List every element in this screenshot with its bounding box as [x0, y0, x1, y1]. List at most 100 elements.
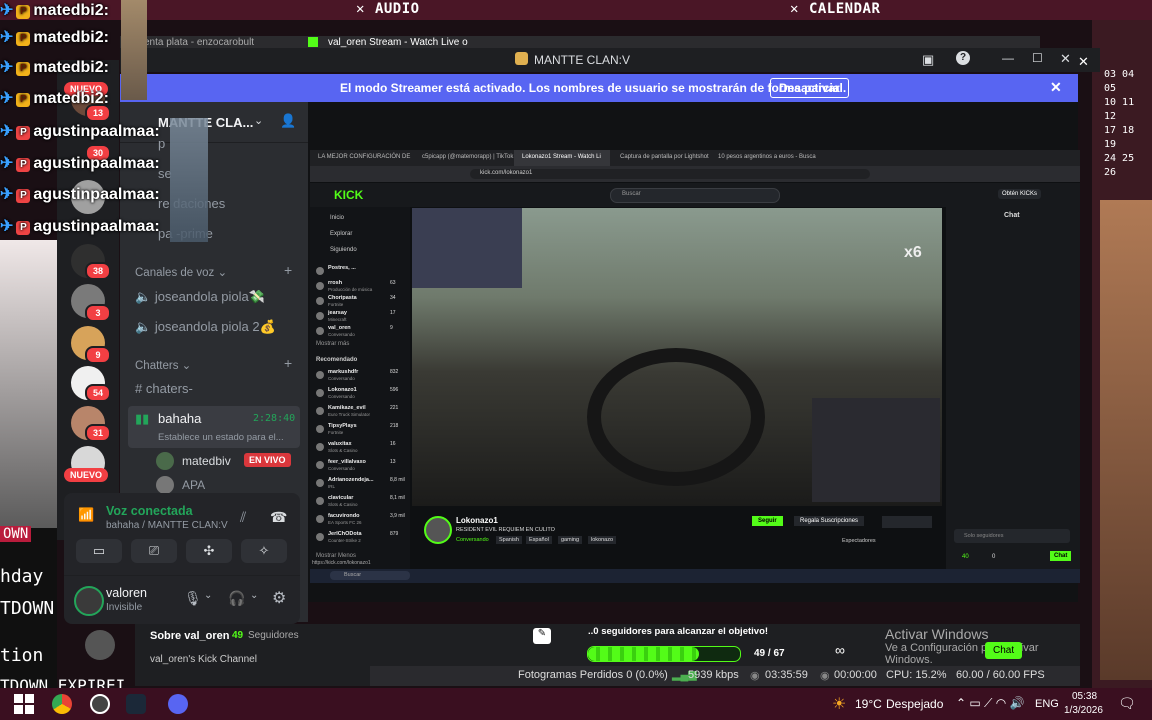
- clock-time[interactable]: 05:38: [1072, 691, 1097, 702]
- stream-tag[interactable]: gaming: [558, 536, 583, 544]
- chat-username: matedbi2:: [33, 59, 109, 76]
- help-icon[interactable]: ?: [956, 51, 970, 65]
- show-more-link[interactable]: Mostrar más: [316, 341, 349, 347]
- kick-channel-row[interactable]: clavicular Slots & Casino 8,1 mil: [314, 495, 406, 511]
- tray-icons[interactable]: ⌃ ▭ ⟋ ◠ 🔊: [956, 696, 1025, 711]
- browser-tab[interactable]: Captura de pantalla por Lightshot: [620, 154, 709, 160]
- notification-icon[interactable]: 🗨: [1118, 695, 1136, 712]
- url-text[interactable]: kick.com/lokonazo1: [480, 170, 532, 176]
- kick-channel-row[interactable]: JerIChODota Counter-Strike 2 879: [314, 531, 406, 547]
- disconnect-icon[interactable]: ☎: [270, 509, 287, 526]
- browser-tab[interactable]: enta plata - enzocarobult: [144, 37, 254, 48]
- chat-button[interactable]: Chat: [985, 642, 1023, 659]
- send-chat-button[interactable]: Chat: [1050, 551, 1072, 561]
- stream-tag[interactable]: Español: [526, 536, 552, 544]
- kick-channel-row[interactable]: val_oren Conversando 9: [314, 325, 406, 341]
- stream-tag[interactable]: lokonazo: [588, 536, 617, 544]
- inbox-icon[interactable]: ▣: [922, 52, 934, 68]
- kick-channel-row[interactable]: Adrianozendeja... IRL 8,8 mil: [314, 477, 406, 493]
- search-placeholder: Buscar: [622, 191, 641, 197]
- screen-share-button[interactable]: ⎚: [131, 539, 177, 563]
- chrome-icon[interactable]: [52, 694, 72, 714]
- streamer-avatar[interactable]: [424, 516, 452, 544]
- infinity-icon: ∞: [835, 642, 845, 658]
- show-less-link[interactable]: Mostrar Menos: [316, 553, 356, 559]
- close-window-icon[interactable]: ✕: [1060, 51, 1071, 67]
- subscribe-button[interactable]: [882, 516, 932, 528]
- camera-button[interactable]: ▭: [76, 539, 122, 563]
- browser-tab[interactable]: val_oren Stream - Watch Live o: [328, 37, 468, 48]
- nav-explore[interactable]: Explorar: [330, 231, 352, 237]
- kick-channel-row[interactable]: TipsyPlays Fortnite 218: [314, 423, 406, 439]
- voice-location[interactable]: bahaha / MANTTE CLAN:V: [106, 520, 228, 531]
- add-channel-icon[interactable]: +: [284, 262, 292, 278]
- weather-desc[interactable]: Despejado: [886, 697, 943, 711]
- kick-channel-row[interactable]: Postres, ...: [314, 265, 406, 281]
- chevron-down-icon[interactable]: ⌄: [204, 590, 212, 601]
- kick-channel-row[interactable]: markushdfr Conversando 832: [314, 369, 406, 385]
- kick-channel-row[interactable]: valuxitax Slots & Casino 16: [314, 441, 406, 457]
- language-indicator[interactable]: ENG: [1035, 698, 1059, 710]
- kick-video-player[interactable]: x6: [412, 208, 942, 506]
- headphones-icon[interactable]: 🎧: [228, 590, 245, 607]
- avatar[interactable]: [74, 586, 104, 616]
- close-banner-icon[interactable]: ✕: [1050, 79, 1062, 96]
- minimize-icon[interactable]: —: [1002, 51, 1014, 65]
- disable-streamer-button[interactable]: Desactivar: [770, 78, 849, 98]
- kick-channel-row[interactable]: jearsay Minecraft 17: [314, 310, 406, 326]
- activities-button[interactable]: ✣: [186, 539, 232, 563]
- kick-logo[interactable]: KICK: [334, 188, 363, 202]
- voice-channel[interactable]: 🔈 joseandola piola 2💰: [135, 319, 276, 335]
- browser-tab[interactable]: 10 pesos argentinos a euros - Busca: [718, 154, 816, 160]
- text-channel[interactable]: # chaters-: [135, 381, 193, 396]
- kick-channel-row[interactable]: Lokonazo1 Conversando 596: [314, 387, 406, 403]
- browser-tab[interactable]: Lokonazo1 Stream - Watch Li: [522, 154, 601, 160]
- overlay-left-art: [0, 240, 57, 540]
- edit-icon[interactable]: ✎: [533, 628, 551, 644]
- signal-icon: 📶: [78, 507, 95, 522]
- chatters-category[interactable]: Chatters ⌄: [135, 358, 191, 372]
- stream-category[interactable]: Conversando: [456, 537, 489, 543]
- chat-username: matedbi2:: [33, 29, 109, 46]
- soundboard-button[interactable]: ✧: [241, 539, 287, 563]
- get-kicks-button[interactable]: Obtén KICKs: [998, 189, 1042, 199]
- nav-following[interactable]: Siguiendo: [330, 247, 357, 253]
- windows-start-icon[interactable]: [14, 694, 34, 714]
- voice-category[interactable]: Canales de voz ⌄: [135, 265, 227, 279]
- taskbar-search[interactable]: [330, 571, 410, 580]
- overlay-emote: [121, 0, 147, 100]
- discord-icon[interactable]: [168, 694, 188, 714]
- member-name[interactable]: APA: [182, 478, 205, 492]
- kick-channel-row[interactable]: Kamikaze_evil Euro Truck Simulator 221: [314, 405, 406, 421]
- gift-subs-button[interactable]: Regala Suscripciones: [794, 516, 865, 526]
- kick-channel-row[interactable]: feer_villalvaxo Conversando 13: [314, 459, 406, 475]
- settings-gear-icon[interactable]: ⚙: [272, 588, 286, 608]
- set-status-text[interactable]: Establece un estado para el...: [158, 432, 284, 443]
- maximize-icon[interactable]: ☐: [1032, 51, 1043, 65]
- overlay-chat-line: ✈ Pagustinpaalmaa:: [0, 186, 160, 203]
- kick-channel-row[interactable]: rrosh Producción de música 63: [314, 280, 406, 296]
- browser-tab[interactable]: c5picapp (@matemorapp) | TikTok: [422, 154, 513, 160]
- weather-temp[interactable]: 19°C: [855, 697, 882, 711]
- kick-channel-row[interactable]: facuvirondo EA Sports FC 26 3,9 mil: [314, 513, 406, 529]
- add-channel-icon[interactable]: +: [284, 355, 292, 371]
- clock-date[interactable]: 1/3/2026: [1064, 705, 1103, 716]
- member-name[interactable]: matedbiv: [182, 454, 231, 468]
- close-icon[interactable]: ✕: [1078, 54, 1089, 70]
- voice-channel[interactable]: 🔈 joseandola piola💸: [135, 289, 265, 305]
- obs-icon[interactable]: [90, 694, 110, 714]
- follow-button[interactable]: Seguir: [752, 516, 783, 526]
- kick-channel-row[interactable]: Choripasta Fortnite 34: [314, 295, 406, 311]
- stream-tag[interactable]: Spanish: [496, 536, 522, 544]
- nav-home[interactable]: Inicio: [330, 215, 344, 221]
- followers-label: Seguidores: [248, 630, 299, 641]
- noise-suppression-icon[interactable]: ⫽: [240, 509, 246, 526]
- add-user-icon[interactable]: 👤: [280, 113, 296, 129]
- active-voice-channel[interactable]: ▮▮ bahaha 2:28:40 Establece un estado pa…: [128, 406, 300, 448]
- steam-icon[interactable]: [126, 694, 146, 714]
- microphone-icon[interactable]: 🎙: [184, 590, 202, 607]
- channel-name: Lokonazo1: [328, 387, 357, 393]
- browser-tab[interactable]: LA MEJOR CONFIGURACIÓN DE: [318, 154, 410, 160]
- streamer-name[interactable]: Lokonazo1: [456, 516, 498, 525]
- chevron-down-icon[interactable]: ⌄: [250, 590, 258, 601]
